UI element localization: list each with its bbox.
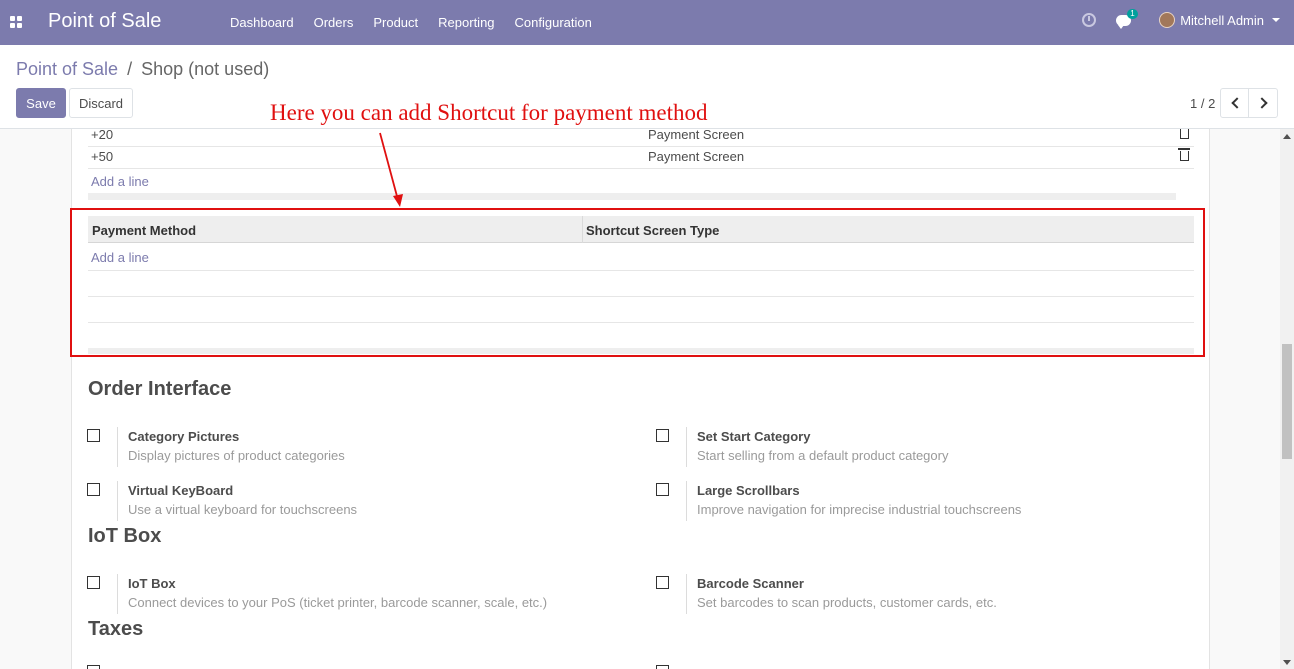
menu-product[interactable]: Product <box>365 15 426 30</box>
annotation-text: Here you can add Shortcut for payment me… <box>270 100 708 125</box>
setting-label: Virtual KeyBoard <box>128 483 234 498</box>
breadcrumb-parent[interactable]: Point of Sale <box>16 59 118 79</box>
setting-label: Large Scrollbars <box>697 483 800 498</box>
setting-label: Category Pictures <box>128 429 240 444</box>
menu-configuration[interactable]: Configuration <box>507 15 600 30</box>
breadcrumb: Point of Sale / Shop (not used) <box>16 59 269 80</box>
setting-label: Barcode Scanner <box>697 576 804 591</box>
setting-description: Set barcodes to scan products, customer … <box>697 595 997 610</box>
amount-cell: +50 <box>91 149 114 164</box>
apps-menu-icon[interactable] <box>10 16 22 28</box>
setting-virtual-keyboard: Virtual KeyBoard Use a virtual keyboard … <box>87 481 607 521</box>
setting-category-pictures: Category Pictures Display pictures of pr… <box>87 427 607 467</box>
setting-large-scrollbars: Large Scrollbars Improve navigation for … <box>656 481 1176 521</box>
section-title-order-interface: Order Interface <box>88 378 232 400</box>
main-menu: Dashboard Orders Product Reporting Confi… <box>222 15 604 30</box>
user-avatar[interactable] <box>1159 12 1176 28</box>
setting-description: Display pictures of product categories <box>128 448 345 463</box>
trash-icon[interactable] <box>1178 148 1190 161</box>
setting-iot-box: IoT Box Connect devices to your PoS (tic… <box>87 574 607 614</box>
set-start-category-checkbox[interactable] <box>656 429 669 442</box>
amount-cell: +20 <box>91 129 114 142</box>
annotation-arrow <box>379 132 403 207</box>
setting-description: Start selling from a default product cat… <box>697 448 949 463</box>
menu-orders[interactable]: Orders <box>306 15 362 30</box>
large-scrollbars-checkbox[interactable] <box>656 483 669 496</box>
discard-button[interactable]: Discard <box>69 88 133 118</box>
menu-dashboard[interactable]: Dashboard <box>222 15 302 30</box>
setting-description: Use a virtual keyboard for touchscreens <box>128 502 358 517</box>
page-scrollbar[interactable] <box>1280 129 1294 669</box>
section-title-iot-box: IoT Box <box>88 525 162 547</box>
scroll-up-arrow-icon[interactable] <box>1283 134 1291 139</box>
setting-label: Set Start Category <box>697 429 811 444</box>
app-brand[interactable]: Point of Sale <box>48 10 161 33</box>
user-menu[interactable]: Mitchell Admin <box>1180 13 1264 28</box>
setting-description: Connect devices to your PoS (ticket prin… <box>128 595 548 610</box>
pager-previous-button[interactable] <box>1220 88 1250 118</box>
screen-cell: Payment Screen <box>648 149 745 164</box>
pager-value[interactable]: 1 / 2 <box>1190 96 1215 111</box>
breadcrumb-separator: / <box>127 59 133 79</box>
scrollbar-thumb[interactable] <box>1282 344 1292 459</box>
breadcrumb-current: Shop (not used) <box>141 59 270 79</box>
divider <box>686 481 687 521</box>
divider <box>117 481 118 521</box>
setting-label: IoT Box <box>128 576 176 591</box>
divider <box>117 574 118 614</box>
pager-next-button[interactable] <box>1248 88 1278 118</box>
annotation-highlight-box <box>70 208 1205 357</box>
activity-clock-icon[interactable] <box>1082 13 1097 27</box>
setting-description: Improve navigation for imprecise industr… <box>697 502 1022 517</box>
divider <box>686 427 687 467</box>
trash-icon[interactable] <box>1180 129 1189 139</box>
divider <box>117 427 118 467</box>
divider <box>686 574 687 614</box>
screen-cell: Payment Screen <box>648 129 745 142</box>
section-title-taxes: Taxes <box>88 618 144 640</box>
virtual-keyboard-checkbox[interactable] <box>87 483 100 496</box>
iot-box-checkbox[interactable] <box>87 576 100 589</box>
chevron-right-icon <box>1255 97 1268 109</box>
caret-down-icon[interactable] <box>1272 18 1280 22</box>
barcode-scanner-checkbox[interactable] <box>656 576 669 589</box>
setting-barcode-scanner: Barcode Scanner Set barcodes to scan pro… <box>656 574 1176 614</box>
save-button[interactable]: Save <box>16 88 66 118</box>
table-row[interactable]: +50 Payment Screen <box>88 143 1194 169</box>
chevron-left-icon <box>1230 97 1243 109</box>
add-a-line-link[interactable]: Add a line <box>91 174 149 189</box>
taxes-checkbox[interactable] <box>656 665 669 669</box>
taxes-checkbox[interactable] <box>87 665 100 669</box>
setting-set-start-category: Set Start Category Start selling from a … <box>656 427 1176 467</box>
top-navbar: Point of Sale Dashboard Orders Product R… <box>0 0 1294 45</box>
menu-reporting[interactable]: Reporting <box>430 15 502 30</box>
category-pictures-checkbox[interactable] <box>87 429 100 442</box>
scroll-down-arrow-icon[interactable] <box>1283 660 1291 665</box>
messaging-menu[interactable]: 1 <box>1116 8 1138 29</box>
navbar-systray: 1 Mitchell Admin <box>1082 8 1280 29</box>
chat-count-badge: 1 <box>1127 8 1138 19</box>
table-footer <box>88 193 1176 200</box>
